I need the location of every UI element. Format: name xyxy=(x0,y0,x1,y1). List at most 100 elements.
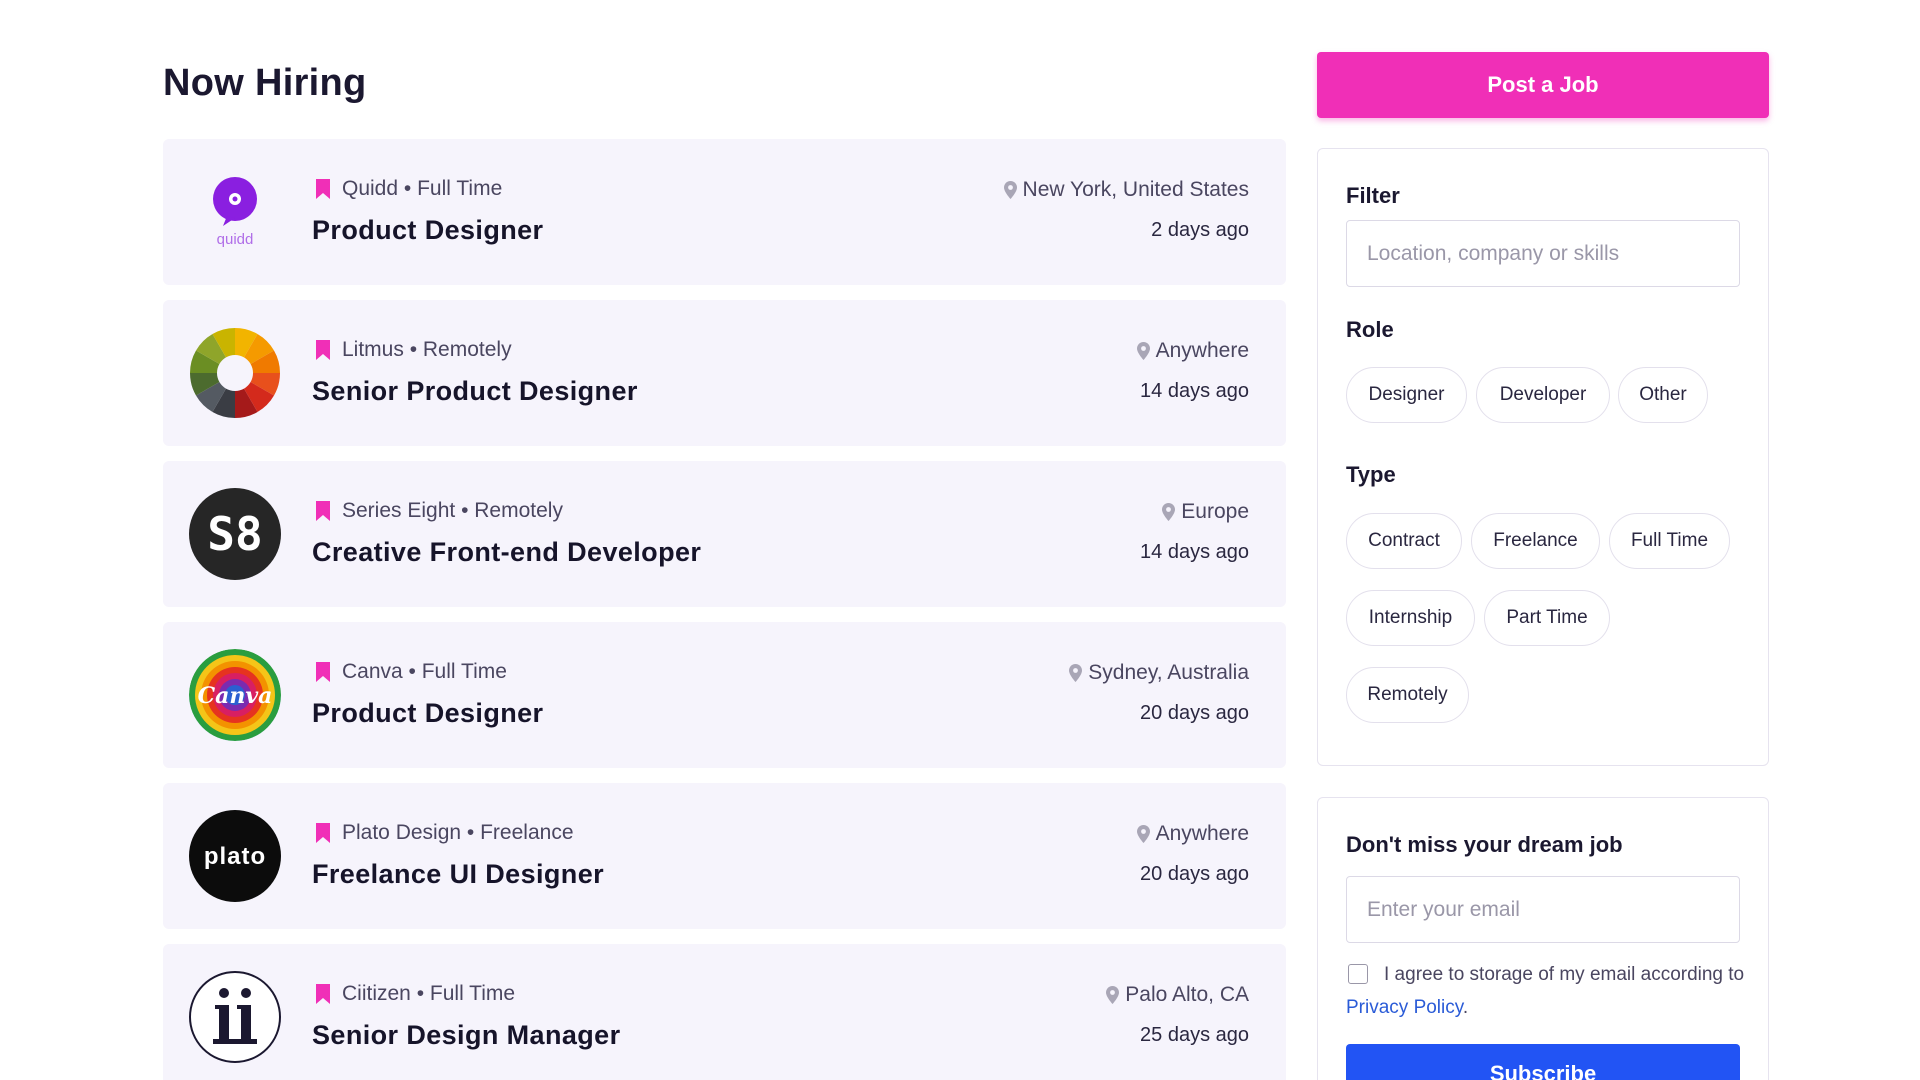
type-chip-internship[interactable]: Internship xyxy=(1346,590,1475,646)
quidd-logo: quidd xyxy=(189,166,281,258)
job-location: Anywhere xyxy=(1136,339,1249,363)
job-type: Remotely xyxy=(474,499,563,522)
job-list: quidd Quidd • Full Time Product Designer… xyxy=(163,139,1286,1080)
job-meta: Ciitizen • Full Time xyxy=(316,982,515,1006)
separator: • xyxy=(410,982,430,1005)
job-type: Full Time xyxy=(429,982,516,1005)
job-card[interactable]: Ciitizen • Full Time Senior Design Manag… xyxy=(163,944,1286,1080)
email-input[interactable] xyxy=(1346,876,1740,943)
ciitizen-logo xyxy=(189,971,281,1063)
filter-label: Filter xyxy=(1346,183,1400,208)
litmus-logo xyxy=(189,327,281,419)
company-name[interactable]: Plato Design xyxy=(342,821,461,845)
location-text: Anywhere xyxy=(1155,339,1249,362)
job-location: Palo Alto, CA xyxy=(1106,983,1249,1007)
separator: • xyxy=(461,821,481,844)
company-name[interactable]: Ciitizen xyxy=(342,982,411,1006)
location-pin-icon xyxy=(1003,181,1017,199)
type-chip-contract[interactable]: Contract xyxy=(1346,513,1462,569)
location-text: Palo Alto, CA xyxy=(1125,983,1249,1006)
separator: • xyxy=(398,177,418,200)
bookmark-icon[interactable] xyxy=(316,501,330,521)
bookmark-icon[interactable] xyxy=(316,823,330,843)
job-title[interactable]: Product Designer xyxy=(312,215,543,246)
type-chip-part-time[interactable]: Part Time xyxy=(1484,590,1610,646)
company-name[interactable]: Litmus xyxy=(342,338,404,362)
job-location: Anywhere xyxy=(1136,822,1249,846)
plato-logo-text: plato xyxy=(204,843,266,870)
location-text: Europe xyxy=(1181,500,1249,523)
job-meta: Canva • Full Time xyxy=(316,660,507,684)
privacy-policy-link[interactable]: Privacy Policy xyxy=(1346,997,1463,1018)
posted-date: 20 days ago xyxy=(1140,702,1249,724)
type-chip-full-time[interactable]: Full Time xyxy=(1609,513,1730,569)
job-title[interactable]: Freelance UI Designer xyxy=(312,859,604,890)
job-card[interactable]: Canva Canva • Full Time Product Designer… xyxy=(163,622,1286,768)
job-title[interactable]: Creative Front-end Developer xyxy=(312,537,701,568)
subscribe-button[interactable]: Subscribe xyxy=(1346,1044,1740,1080)
quidd-logo-text: quidd xyxy=(217,231,254,248)
filter-input[interactable] xyxy=(1346,220,1740,287)
posted-date: 20 days ago xyxy=(1140,863,1249,885)
location-pin-icon xyxy=(1136,342,1150,360)
job-meta: Plato Design • Freelance xyxy=(316,821,574,845)
canva-logo-text: Canva xyxy=(198,683,273,709)
posted-date: 14 days ago xyxy=(1140,380,1249,402)
job-location: Sydney, Australia xyxy=(1069,661,1249,685)
job-meta: Quidd • Full Time xyxy=(316,177,502,201)
type-chip-freelance[interactable]: Freelance xyxy=(1471,513,1600,569)
posted-date: 2 days ago xyxy=(1151,219,1249,241)
location-pin-icon xyxy=(1136,825,1150,843)
separator: • xyxy=(402,660,422,683)
separator: • xyxy=(455,499,475,522)
post-job-button[interactable]: Post a Job xyxy=(1317,52,1769,118)
type-label: Type xyxy=(1346,462,1396,487)
job-type: Freelance xyxy=(480,821,574,844)
bookmark-icon[interactable] xyxy=(316,340,330,360)
filter-panel: Filter Role Designer Developer Other Typ… xyxy=(1317,148,1769,766)
subscribe-panel: Don't miss your dream job I agree to sto… xyxy=(1317,797,1769,1080)
bookmark-icon[interactable] xyxy=(316,984,330,1004)
separator: • xyxy=(403,338,423,361)
location-text: Anywhere xyxy=(1155,822,1249,845)
job-card[interactable]: Litmus • Remotely Senior Product Designe… xyxy=(163,300,1286,446)
role-chip-developer[interactable]: Developer xyxy=(1476,367,1610,423)
posted-date: 14 days ago xyxy=(1140,541,1249,563)
page-title: Now Hiring xyxy=(163,62,367,104)
job-card[interactable]: S8 Series Eight • Remotely Creative Fron… xyxy=(163,461,1286,607)
role-chip-other[interactable]: Other xyxy=(1618,367,1708,423)
company-name[interactable]: Series Eight xyxy=(342,499,455,523)
series-eight-logo: S8 xyxy=(189,488,281,580)
bookmark-icon[interactable] xyxy=(316,662,330,682)
job-card[interactable]: quidd Quidd • Full Time Product Designer… xyxy=(163,139,1286,285)
type-chip-remotely[interactable]: Remotely xyxy=(1346,667,1469,723)
posted-date: 25 days ago xyxy=(1140,1024,1249,1046)
consent-period: . xyxy=(1462,997,1469,1018)
job-card[interactable]: plato Plato Design • Freelance Freelance… xyxy=(163,783,1286,929)
job-type: Remotely xyxy=(422,338,512,361)
location-pin-icon xyxy=(1069,664,1083,682)
role-chip-designer[interactable]: Designer xyxy=(1346,367,1467,423)
bookmark-icon[interactable] xyxy=(316,179,330,199)
series-eight-logo-text: S8 xyxy=(207,507,262,561)
job-location: Europe xyxy=(1162,500,1249,524)
job-title[interactable]: Product Designer xyxy=(312,698,543,729)
consent-label: I agree to storage of my email according… xyxy=(1384,964,1745,985)
location-text: Sydney, Australia xyxy=(1088,661,1249,684)
role-label: Role xyxy=(1346,317,1394,342)
subscribe-heading: Don't miss your dream job xyxy=(1346,832,1623,857)
job-type: Full Time xyxy=(417,177,503,200)
company-name[interactable]: Canva xyxy=(342,660,403,684)
company-name[interactable]: Quidd xyxy=(342,177,398,201)
consent-text: I agree to storage of my email according… xyxy=(1346,958,1746,1024)
location-pin-icon xyxy=(1162,503,1176,521)
job-title[interactable]: Senior Design Manager xyxy=(312,1020,620,1051)
canva-logo: Canva xyxy=(189,649,281,741)
location-text: New York, United States xyxy=(1022,178,1249,201)
plato-logo: plato xyxy=(189,810,281,902)
job-meta: Series Eight • Remotely xyxy=(316,499,563,523)
job-type: Full Time xyxy=(421,660,507,683)
job-title[interactable]: Senior Product Designer xyxy=(312,376,638,407)
job-location: New York, United States xyxy=(1003,178,1249,202)
location-pin-icon xyxy=(1106,986,1120,1004)
